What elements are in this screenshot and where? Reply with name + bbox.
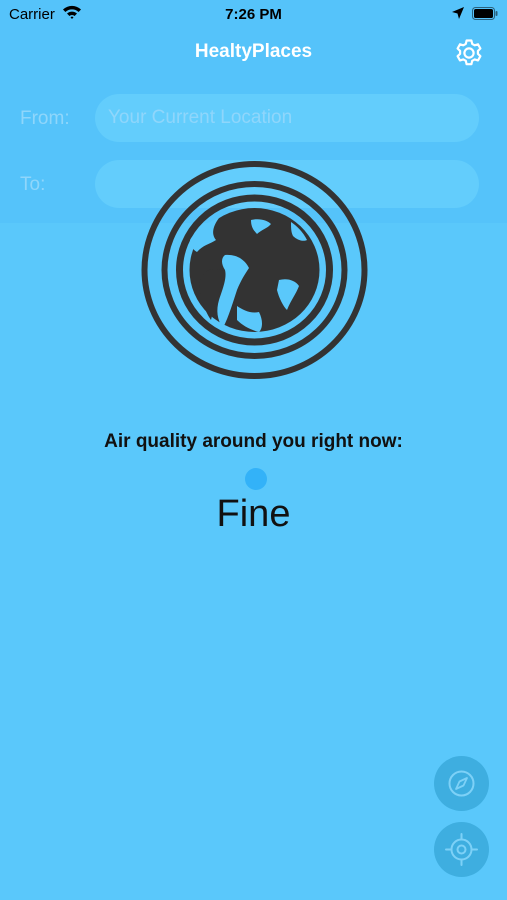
from-label: From: <box>20 108 70 129</box>
to-label: To: <box>20 174 46 195</box>
navigation-bar: HealtyPlaces <box>0 28 507 81</box>
status-bar: Carrier 7:26 PM <box>0 0 507 28</box>
app-title: HealtyPlaces <box>194 41 313 62</box>
battery-icon <box>472 7 498 24</box>
gear-icon[interactable] <box>454 38 484 68</box>
air-quality-label: Air quality around you right now: <box>104 431 403 452</box>
location-arrow-icon <box>451 6 465 24</box>
air-quality-indicator <box>245 468 267 490</box>
air-quality-value: Fine <box>216 493 291 535</box>
compass-icon <box>448 770 475 797</box>
locate-me-button[interactable] <box>434 822 489 877</box>
globe-icon <box>141 160 368 380</box>
compass-button[interactable] <box>434 756 489 811</box>
from-input[interactable] <box>95 94 479 142</box>
status-time: 7:26 PM <box>225 6 282 23</box>
crosshair-icon <box>445 833 478 866</box>
